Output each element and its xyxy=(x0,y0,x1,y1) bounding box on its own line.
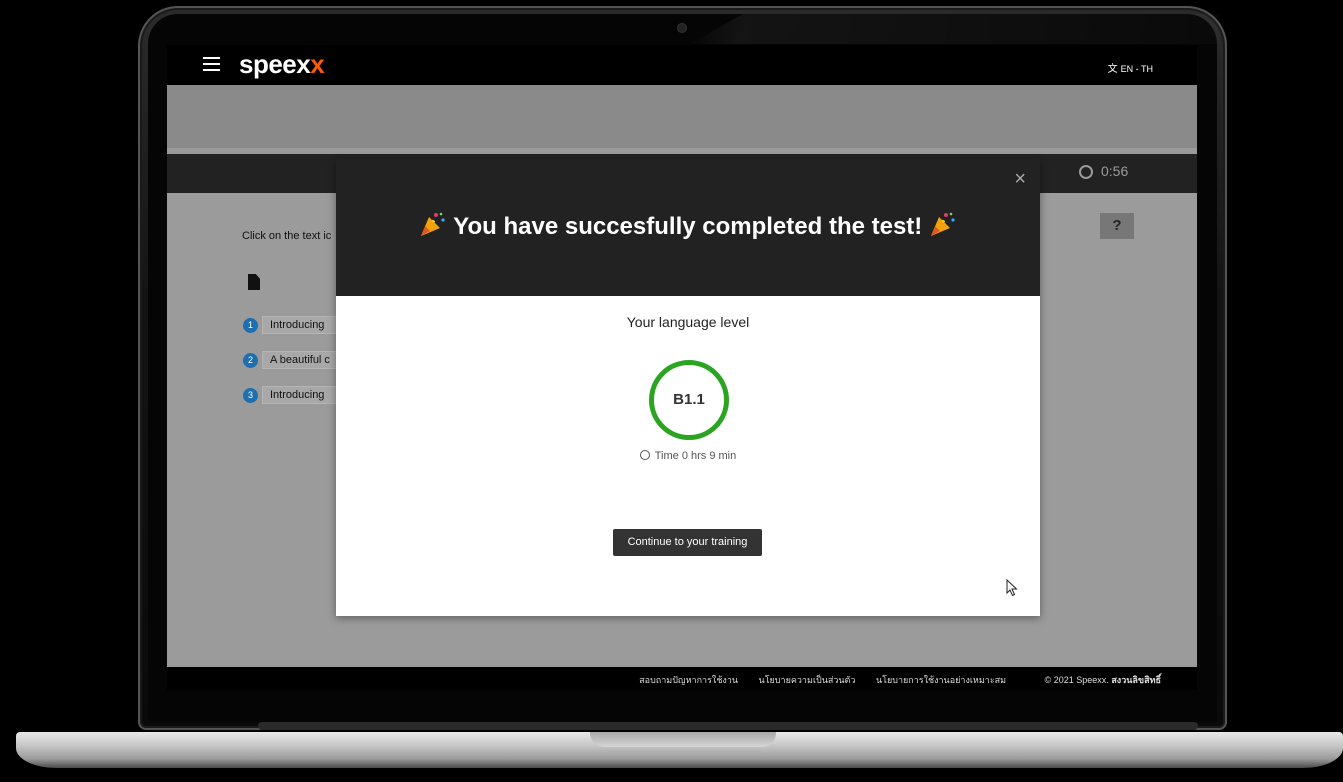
footer-link-acceptable-use[interactable]: นโยบายการใช้งานอย่างเหมาะสม xyxy=(876,675,1006,685)
logo-accent: x xyxy=(310,49,325,79)
copyright: © 2021 Speexx. สงวนลิขสิทธิ์ xyxy=(1027,675,1161,685)
footer: สอบถามปัญหาการใช้งาน นโยบายความเป็นส่วนต… xyxy=(167,667,1197,690)
level-badge: B1.1 xyxy=(649,360,729,440)
level-label: Your language level xyxy=(626,314,750,330)
completion-modal: × You have succesfully completed the tes… xyxy=(336,159,1040,616)
laptop-hinge xyxy=(258,722,1198,730)
modal-title-text: You have succesfully completed the test! xyxy=(453,213,923,240)
clock-icon xyxy=(639,450,650,460)
laptop-base-notch xyxy=(590,732,776,747)
header-band xyxy=(167,85,1197,148)
instruction-text: Click on the text ic xyxy=(242,230,332,242)
item-number: 3 xyxy=(243,387,258,403)
time-taken: Time 0 hrs 9 min xyxy=(336,450,1040,462)
time-text: Time 0 hrs 9 min xyxy=(654,450,737,462)
timer: 0:56 xyxy=(1079,163,1128,179)
logo-text: speex xyxy=(239,49,311,79)
language-switcher[interactable]: 文 EN - TH xyxy=(1108,60,1153,75)
clock-icon xyxy=(1079,165,1093,179)
footer-link-privacy[interactable]: นโยบายความเป็นส่วนตัว xyxy=(759,675,856,685)
top-nav: speexx 文 EN - TH xyxy=(167,45,1197,85)
footer-link-support[interactable]: สอบถามปัญหาการใช้งาน xyxy=(639,675,738,685)
party-popper-icon xyxy=(930,212,955,236)
app-screen: speexx 文 EN - TH 0:56 Click on the text i… xyxy=(167,45,1197,690)
logo[interactable]: speexx xyxy=(239,49,325,80)
mouse-cursor-icon xyxy=(1006,579,1018,597)
modal-title: You have succesfully completed the test! xyxy=(336,211,1040,241)
rights-text: สงวนลิขสิทธิ์ xyxy=(1111,675,1161,685)
party-popper-icon xyxy=(421,212,445,236)
continue-button[interactable]: Continue to your training xyxy=(613,529,762,556)
help-button[interactable]: ? xyxy=(1100,213,1134,239)
close-icon[interactable]: × xyxy=(1014,169,1026,189)
camera xyxy=(678,24,686,32)
item-number: 2 xyxy=(243,352,258,368)
timer-value: 0:56 xyxy=(1101,163,1129,179)
hamburger-icon[interactable] xyxy=(203,57,220,71)
copyright-text: © 2021 Speexx. xyxy=(1044,675,1109,685)
modal-header: × You have succesfully completed the tes… xyxy=(336,159,1040,296)
item-number: 1 xyxy=(243,317,258,333)
language-label: EN - TH xyxy=(1120,64,1153,74)
translate-icon: 文 xyxy=(1107,64,1118,75)
screen-glare xyxy=(690,14,1220,44)
